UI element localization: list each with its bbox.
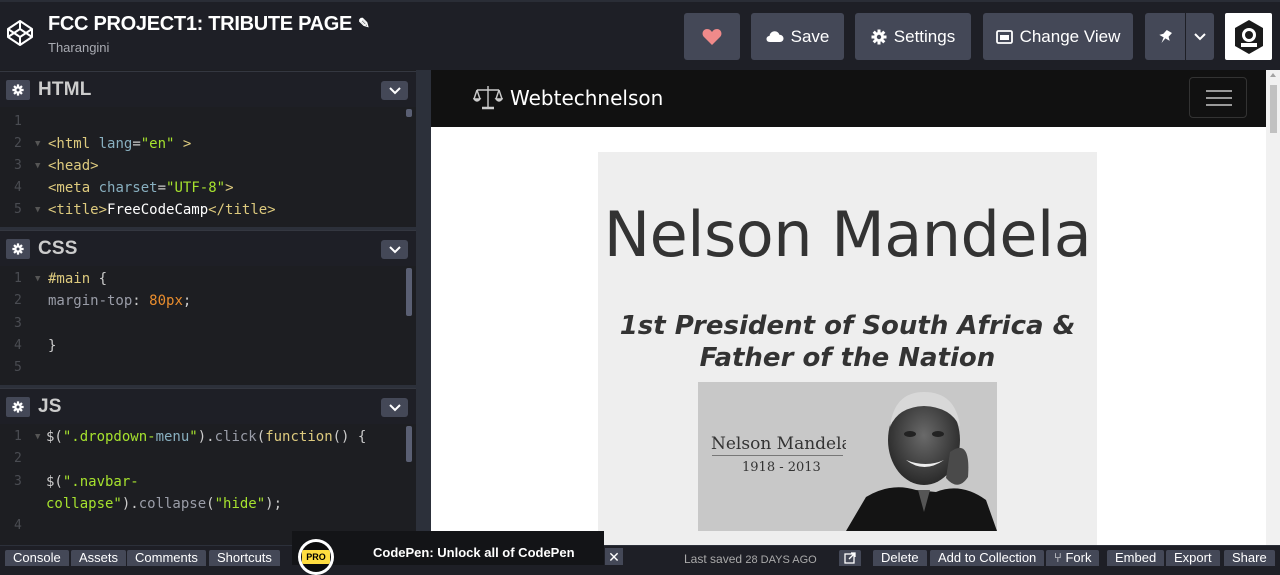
pro-badge-icon: PRO	[298, 539, 334, 575]
css-pane-header[interactable]: CSS	[0, 230, 416, 266]
save-button[interactable]: Save	[751, 13, 844, 60]
pro-promo-banner[interactable]: PRO CodePen: Unlock all of CodePen	[292, 531, 604, 575]
chevron-down-icon	[388, 403, 401, 411]
html-code-editor[interactable]: 1 2 ▼ <html lang="en" > 3 ▼ <head> 4 <meta c…	[0, 107, 416, 227]
image-caption-rule	[712, 455, 843, 456]
fork-icon: ⑂	[1054, 550, 1062, 565]
settings-button[interactable]: Settings	[855, 13, 971, 60]
portrait-image	[846, 382, 997, 531]
css-settings-button[interactable]	[6, 238, 30, 259]
edit-pencil-icon[interactable]: ✎	[358, 15, 370, 32]
css-scrollbar[interactable]	[406, 268, 412, 316]
preview-scrollbar[interactable]	[1266, 70, 1280, 545]
editor-panel: HTML 1 2 ▼ <html lang="en" > 3 ▼ <head> 4 <m…	[0, 70, 416, 545]
tribute-subtitle: 1st President of South Africa & Father o…	[619, 311, 1076, 373]
code-line: 2 margin-top: 80px;	[14, 293, 192, 309]
html-pane-header[interactable]: HTML	[0, 71, 416, 107]
js-pane-header[interactable]: JS	[0, 388, 416, 424]
layout-icon	[995, 29, 1013, 44]
gear-icon	[871, 29, 887, 44]
code-line: collapse").collapse("hide");	[46, 496, 283, 512]
cloud-icon	[766, 31, 784, 42]
avatar-icon	[1234, 19, 1263, 54]
html-scrollbar[interactable]	[406, 109, 412, 117]
code-line: 4 <meta charset="UTF-8">	[14, 180, 234, 196]
pin-icon	[1159, 29, 1172, 43]
code-line: 2	[14, 451, 22, 466]
code-line: 3 ▼ <head>	[14, 158, 99, 174]
scales-of-justice-icon	[473, 86, 503, 110]
gear-icon	[12, 83, 24, 96]
bottom-bar: Console Assets Comments Shortcuts Last s…	[0, 545, 1280, 566]
js-code-editor[interactable]: 1 ▼ $(".dropdown-menu").click(function() {…	[0, 424, 416, 545]
pen-title[interactable]: FCC PROJECT1: TRIBUTE PAGE ✎	[48, 13, 370, 36]
js-scrollbar[interactable]	[406, 426, 412, 462]
preview-resizer[interactable]	[416, 70, 431, 545]
tribute-main: Nelson Mandela 1st President of South Af…	[598, 152, 1097, 545]
shortcuts-button[interactable]: Shortcuts	[209, 550, 280, 566]
assets-button[interactable]: Assets	[71, 550, 127, 566]
code-line: 2 ▼ <html lang="en" >	[14, 136, 192, 152]
code-line: 1	[14, 114, 22, 129]
code-line: 1 ▼ #main {	[14, 271, 108, 287]
js-pane-title: JS	[38, 395, 62, 417]
code-line: 3 $(".navbar-	[14, 474, 139, 490]
codepen-logo-icon[interactable]	[5, 18, 35, 48]
embed-button[interactable]: Embed	[1107, 550, 1165, 566]
scrollbar-thumb[interactable]	[1270, 85, 1277, 133]
tribute-image: Nelson Mandela 1918 - 2013	[698, 382, 997, 531]
heart-button[interactable]	[684, 13, 740, 60]
gear-icon	[12, 242, 24, 255]
user-avatar[interactable]	[1225, 13, 1272, 60]
code-line: 3	[14, 316, 22, 331]
scroll-up-icon[interactable]	[1270, 73, 1276, 77]
image-caption-dates: 1918 - 2013	[742, 460, 821, 475]
tribute-title: Nelson Mandela	[603, 198, 1092, 271]
delete-button[interactable]: Delete	[873, 550, 927, 566]
export-button[interactable]: Export	[1166, 550, 1220, 566]
js-settings-button[interactable]	[6, 396, 30, 417]
code-line: 5	[14, 360, 22, 375]
fork-button[interactable]: ⑂ Fork	[1046, 550, 1100, 566]
comments-button[interactable]: Comments	[127, 550, 206, 566]
more-dropdown-button[interactable]	[1186, 13, 1214, 60]
last-saved-status: Last saved 28 DAYS AGO	[684, 552, 817, 566]
console-button[interactable]: Console	[5, 550, 69, 566]
chevron-down-icon	[388, 245, 401, 253]
close-promo-button[interactable]: ✕	[605, 548, 623, 565]
promo-text: CodePen: Unlock all of CodePen	[373, 545, 575, 560]
code-line: 1 ▼ $(".dropdown-menu").click(function() {	[14, 429, 367, 445]
code-line: 4}	[14, 338, 57, 354]
preview-navbar: Webtechnelson	[431, 70, 1266, 127]
html-pane-title: HTML	[38, 78, 92, 100]
change-view-button[interactable]: Change View	[983, 13, 1133, 60]
external-link-icon	[844, 552, 856, 564]
navbar-brand[interactable]: Webtechnelson	[510, 86, 663, 110]
navbar-toggle-button[interactable]	[1189, 77, 1247, 118]
chevron-down-icon	[1194, 32, 1206, 40]
css-code-editor[interactable]: 1 ▼ #main { 2 margin-top: 80px; 3 4} 5	[0, 266, 416, 385]
top-bar: FCC PROJECT1: TRIBUTE PAGE ✎ Tharangini S…	[0, 0, 1280, 70]
gear-icon	[12, 400, 24, 413]
image-caption-name: Nelson Mandela	[711, 434, 852, 454]
code-line: 5 ▼ <title>FreeCodeCamp</title>	[14, 202, 276, 218]
pin-button[interactable]	[1145, 13, 1185, 60]
html-settings-button[interactable]	[6, 79, 30, 100]
open-external-button[interactable]	[839, 550, 861, 566]
heart-icon	[702, 28, 722, 45]
chevron-down-icon	[388, 86, 401, 94]
share-button[interactable]: Share	[1224, 550, 1275, 566]
js-pane-menu-button[interactable]	[381, 398, 408, 417]
css-pane-title: CSS	[38, 237, 78, 259]
add-to-collection-button[interactable]: Add to Collection	[930, 550, 1045, 566]
pen-author[interactable]: Tharangini	[48, 40, 109, 55]
html-pane-menu-button[interactable]	[381, 81, 408, 100]
preview-frame: Webtechnelson Nelson Mandela 1st Preside…	[431, 70, 1280, 545]
css-pane-menu-button[interactable]	[381, 240, 408, 259]
